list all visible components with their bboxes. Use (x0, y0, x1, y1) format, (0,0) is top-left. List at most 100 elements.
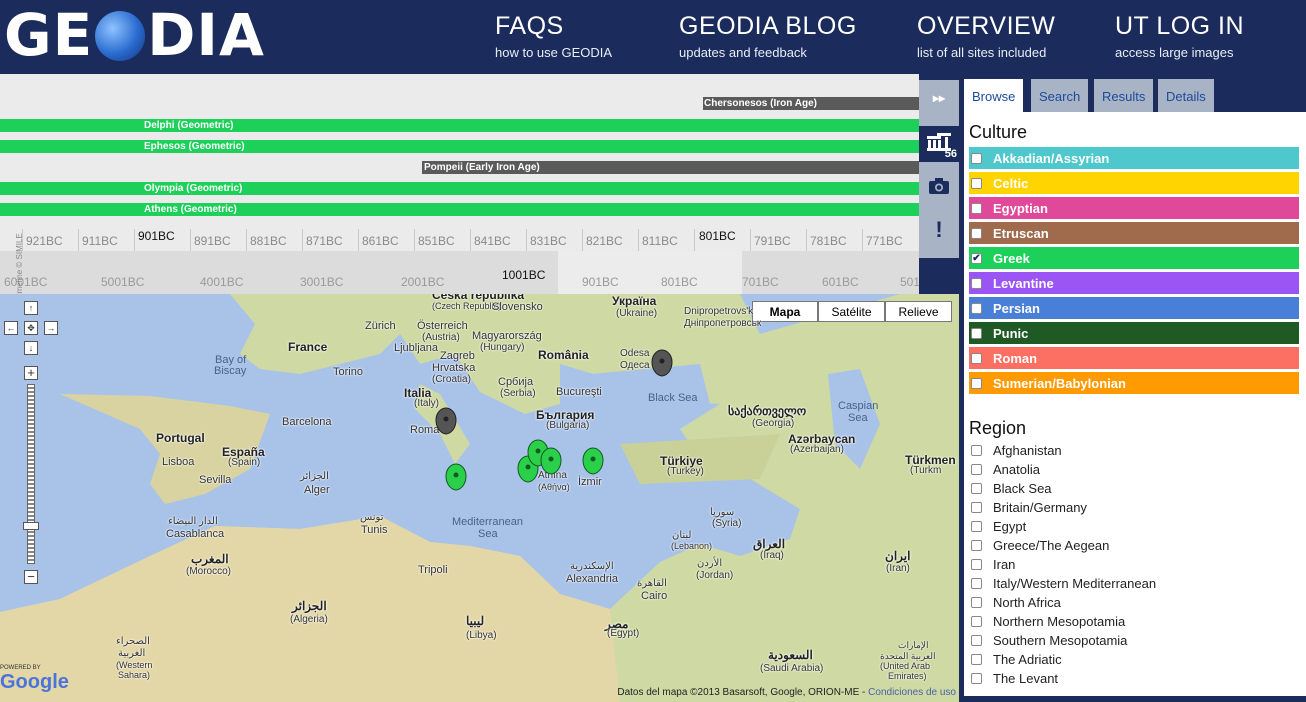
region-item[interactable]: Iran (969, 555, 1015, 573)
region-checkbox[interactable] (971, 653, 982, 665)
expand-panel-button[interactable]: ▸▸ (919, 80, 959, 116)
timeline-band[interactable]: Chersonesos (Iron Age) (703, 97, 919, 110)
timeline-band[interactable]: Athens (Geometric) (0, 203, 919, 216)
culture-item[interactable]: Egyptian (969, 197, 1299, 219)
nav-overview-title[interactable]: OVERVIEW (917, 12, 1055, 41)
timeline[interactable]: Chersonesos (Iron Age) Delphi (Geometric… (0, 74, 919, 294)
culture-checkbox[interactable] (971, 152, 982, 164)
map[interactable]: Mapa Satélite Relieve ↑ ← ✥ → ↓ + − Česk… (0, 294, 959, 702)
culture-item[interactable]: Punic (969, 322, 1299, 344)
header: GE DIA FAQS how to use GEODIA GEODIA BLOG… (0, 0, 1306, 74)
zoom-in-button[interactable]: + (24, 366, 38, 380)
pan-down-button[interactable]: ↓ (24, 341, 38, 355)
culture-checkbox[interactable] (971, 202, 982, 214)
pan-center-button[interactable]: ✥ (24, 321, 38, 335)
nav-blog[interactable]: GEODIA BLOG updates and feedback (679, 12, 857, 60)
culture-checkbox[interactable] (971, 352, 982, 364)
culture-item[interactable]: Roman (969, 347, 1299, 369)
region-item[interactable]: Afghanistan (969, 441, 1062, 459)
tab-browse[interactable]: Browse (964, 79, 1024, 113)
region-item[interactable]: Northern Mesopotamia (969, 612, 1125, 630)
region-item[interactable]: Greece/The Aegean (969, 536, 1109, 554)
culture-item[interactable]: Levantine (969, 272, 1299, 294)
overview-tick: 701BC (742, 275, 779, 289)
map-label: Torino (333, 366, 363, 378)
tool-strip: ▸▸ 56 ! (919, 80, 959, 258)
region-checkbox[interactable] (971, 444, 982, 456)
nav-blog-title[interactable]: GEODIA BLOG (679, 12, 857, 41)
nav-overview[interactable]: OVERVIEW list of all sites included (917, 12, 1055, 60)
region-label: Afghanistan (993, 442, 1062, 458)
maptype-satellite-button[interactable]: Satélite (818, 301, 885, 322)
overview-tick: 5001BC (101, 275, 145, 289)
map-label: Magyarország (472, 330, 542, 342)
nav-login[interactable]: UT LOG IN access large images (1115, 12, 1244, 60)
map-label: (Czech Republic) (432, 301, 502, 311)
culture-item[interactable]: Sumerian/Babylonian (969, 372, 1299, 394)
pan-right-button[interactable]: → (44, 321, 58, 335)
region-item[interactable]: Southern Mesopotamia (969, 631, 1127, 649)
region-checkbox[interactable] (971, 672, 982, 684)
geodia-logo[interactable]: GE DIA (4, 1, 265, 69)
timeline-overview[interactable]: 6001BC 5001BC 4001BC 3001BC 2001BC 1001B… (0, 251, 919, 294)
region-checkbox[interactable] (971, 482, 982, 494)
pan-left-button[interactable]: ← (4, 321, 18, 335)
sites-button[interactable]: 56 (919, 126, 959, 162)
region-item[interactable]: Anatolia (969, 460, 1040, 478)
timeline-band[interactable]: Olympia (Geometric) (0, 182, 919, 195)
culture-item[interactable]: Persian (969, 297, 1299, 319)
nav-faqs-title[interactable]: FAQS (495, 12, 612, 41)
timeline-band[interactable]: Pompeii (Early Iron Age) (422, 161, 919, 174)
region-checkbox[interactable] (971, 501, 982, 513)
google-logo[interactable]: POWERED BY Google (0, 665, 69, 694)
region-heading: Region (969, 418, 1027, 438)
region-item[interactable]: Black Sea (969, 479, 1052, 497)
nav-login-title[interactable]: UT LOG IN (1115, 12, 1244, 41)
culture-item[interactable]: Etruscan (969, 222, 1299, 244)
region-checkbox[interactable] (971, 520, 982, 532)
tick-label: 781BC (810, 234, 847, 248)
region-checkbox[interactable] (971, 615, 982, 627)
pan-up-button[interactable]: ↑ (24, 301, 38, 315)
timeline-band[interactable]: Ephesos (Geometric) (0, 140, 919, 153)
region-item[interactable]: The Levant (969, 669, 1058, 687)
tab-results[interactable]: Results (1094, 79, 1154, 113)
region-checkbox[interactable] (971, 463, 982, 475)
maptype-terrain-button[interactable]: Relieve (885, 301, 952, 322)
culture-item[interactable]: Celtic (969, 172, 1299, 194)
region-item[interactable]: Egypt (969, 517, 1026, 535)
region-checkbox[interactable] (971, 577, 982, 589)
culture-item[interactable]: Akkadian/Assyrian (969, 147, 1299, 169)
culture-checkbox[interactable] (971, 377, 982, 389)
tab-search[interactable]: Search (1031, 79, 1089, 113)
culture-checkbox[interactable] (971, 302, 982, 314)
terms-link[interactable]: Condiciones de uso (868, 687, 956, 698)
maptype-map-button[interactable]: Mapa (752, 301, 818, 322)
region-checkbox[interactable] (971, 596, 982, 608)
zoom-slider-handle[interactable] (23, 522, 39, 530)
region-item[interactable]: Britain/Germany (969, 498, 1087, 516)
region-checkbox[interactable] (971, 539, 982, 551)
region-item[interactable]: North Africa (969, 593, 1061, 611)
zoom-slider-track[interactable] (27, 384, 35, 564)
zoom-out-button[interactable]: − (24, 570, 38, 584)
culture-label: Greek (993, 250, 1030, 266)
culture-checkbox[interactable] (971, 277, 982, 289)
region-checkbox[interactable] (971, 558, 982, 570)
band-label: Ephesos (Geometric) (144, 141, 245, 152)
map-label: (Hungary) (480, 342, 525, 353)
timeline-band[interactable]: Delphi (Geometric) (0, 119, 919, 132)
alert-button[interactable]: ! (919, 212, 959, 248)
region-item[interactable]: Italy/Western Mediterranean (969, 574, 1156, 592)
culture-checkbox[interactable]: ✔ (971, 252, 982, 264)
culture-item[interactable]: ✔ Greek (969, 247, 1299, 269)
region-checkbox[interactable] (971, 634, 982, 646)
nav-faqs[interactable]: FAQS how to use GEODIA (495, 12, 612, 60)
region-item[interactable]: The Adriatic (969, 650, 1062, 668)
overview-tick: 501BC (900, 275, 919, 289)
images-button[interactable] (919, 168, 959, 204)
culture-checkbox[interactable] (971, 177, 982, 189)
tab-details[interactable]: Details (1158, 79, 1214, 113)
culture-checkbox[interactable] (971, 227, 982, 239)
culture-checkbox[interactable] (971, 327, 982, 339)
